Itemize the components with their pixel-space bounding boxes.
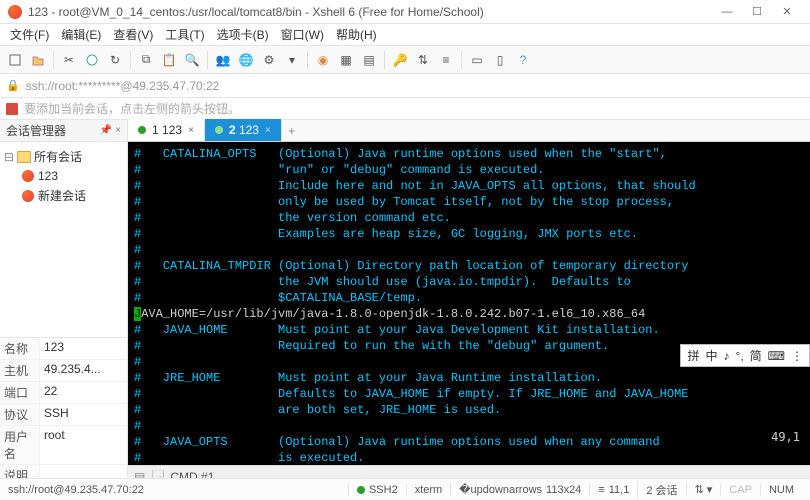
address-bar: 🔒 ssh://root:*********@49.235.47.70:22 <box>0 74 810 98</box>
menu-item[interactable]: 编辑(E) <box>55 23 107 46</box>
tree-root-label: 所有会话 <box>34 148 82 165</box>
help-icon[interactable]: ? <box>512 49 534 71</box>
minimize-button[interactable]: — <box>712 2 742 22</box>
menu-bar: 文件(F)编辑(E)查看(V)工具(T)选项卡(B)窗口(W)帮助(H) <box>0 24 810 46</box>
property-row: 名称123 <box>0 338 127 360</box>
ime-simp[interactable]: 简 <box>750 347 762 364</box>
status-bar: ssh://root@49.235.47.70:22 SSH2 xterm �u… <box>0 478 810 500</box>
ime-mode[interactable]: 拼 <box>687 347 699 364</box>
ime-lang[interactable]: 中 <box>706 347 718 364</box>
ime-sound-icon[interactable]: ♪ <box>724 349 730 363</box>
status-dot-icon <box>138 126 146 134</box>
cut-icon[interactable]: ✂ <box>58 49 80 71</box>
ime-kb-icon[interactable]: ⌨ <box>768 349 785 363</box>
menu-item[interactable]: 选项卡(B) <box>211 23 275 46</box>
ime-punct-icon[interactable]: °, <box>736 349 744 363</box>
property-row: 协议SSH <box>0 404 127 426</box>
app-icon <box>8 5 22 19</box>
sidebar: 会话管理器 📌 × ⊟ 所有会话 123新建会话 名称123主机49.235.4… <box>0 120 128 487</box>
tool3-icon[interactable]: ▤ <box>358 49 380 71</box>
tab-bar: 1 123× 2 123× + <box>128 120 810 142</box>
new-icon[interactable] <box>4 49 26 71</box>
property-row: 主机49.235.4... <box>0 360 127 382</box>
ime-bar[interactable]: 拼 中 ♪ °, 简 ⌨ ⋮ <box>680 344 810 367</box>
tree-root[interactable]: ⊟ 所有会话 <box>0 146 127 167</box>
folder-icon <box>17 151 31 163</box>
view1-icon[interactable]: ▭ <box>466 49 488 71</box>
hint-bar: 要添加当前会话，点击左侧的箭头按钮。 <box>0 98 810 120</box>
status-connection: ssh://root@49.235.47.70:22 <box>8 484 348 496</box>
hint-text: 要添加当前会话，点击左侧的箭头按钮。 <box>24 100 240 117</box>
status-sessions: 2 会话 <box>637 482 685 498</box>
open-icon[interactable] <box>27 49 49 71</box>
tab-1[interactable]: 1 123× <box>128 119 205 141</box>
address-text[interactable]: ssh://root:*********@49.235.47.70:22 <box>26 79 220 93</box>
tab-2[interactable]: 2 123× <box>205 119 282 141</box>
status-term: xterm <box>406 484 451 496</box>
pin-toggle-icon[interactable]: 📌 × <box>100 125 121 136</box>
session-item[interactable]: 新建会话 <box>0 185 127 206</box>
people-icon[interactable]: 👥 <box>212 49 234 71</box>
pin-icon[interactable] <box>6 103 18 115</box>
menu-item[interactable]: 查看(V) <box>107 23 159 46</box>
maximize-button[interactable]: ☐ <box>742 2 772 22</box>
sidebar-title: 会话管理器 <box>6 122 66 139</box>
connect-icon[interactable] <box>81 49 103 71</box>
view2-icon[interactable]: ▯ <box>489 49 511 71</box>
status-size: �updownarrows 113x24 <box>450 483 589 496</box>
reconnect-icon[interactable]: ↻ <box>104 49 126 71</box>
window-title: 123 - root@VM_0_14_centos:/usr/local/tom… <box>28 5 712 19</box>
ftp-icon[interactable]: ⇅ <box>412 49 434 71</box>
status-more-icon[interactable]: ⇅ ▾ <box>686 483 721 496</box>
session-item[interactable]: 123 <box>0 167 127 185</box>
connected-icon <box>357 486 365 494</box>
search-icon[interactable]: 🔍 <box>181 49 203 71</box>
status-cursor: ≡ 11,1 <box>589 484 637 496</box>
tab-close-icon[interactable]: × <box>188 125 194 136</box>
session-tree: ⊟ 所有会话 123新建会话 <box>0 142 127 210</box>
status-ssh: SSH2 <box>348 484 406 496</box>
paste-icon[interactable]: 📋 <box>158 49 180 71</box>
menu-item[interactable]: 帮助(H) <box>330 23 383 46</box>
toolbar: ✂ ↻ ⧉ 📋 🔍 👥 🌐 ⚙ ▾ ◉ ▦ ▤ 🔑 ⇅ ≡ ▭ ▯ ? <box>0 46 810 74</box>
session-icon <box>22 170 34 182</box>
script-icon[interactable]: ≡ <box>435 49 457 71</box>
main-area: 会话管理器 📌 × ⊟ 所有会话 123新建会话 名称123主机49.235.4… <box>0 120 810 487</box>
terminal[interactable]: # CATALINA_OPTS (Optional) Java runtime … <box>128 142 810 465</box>
tool1-icon[interactable]: ◉ <box>312 49 334 71</box>
tab-close-icon[interactable]: × <box>265 125 271 136</box>
status-cap: CAP <box>720 484 760 496</box>
sidebar-header: 会话管理器 📌 × <box>0 120 127 142</box>
lock-icon: 🔒 <box>6 79 20 92</box>
property-row: 端口22 <box>0 382 127 404</box>
session-icon <box>22 190 34 202</box>
globe-icon[interactable]: 🌐 <box>235 49 257 71</box>
vim-position: 49,1 <box>771 429 800 445</box>
menu-item[interactable]: 窗口(W) <box>275 23 330 46</box>
dropdown-icon[interactable]: ▾ <box>281 49 303 71</box>
menu-item[interactable]: 文件(F) <box>4 23 55 46</box>
copy-icon[interactable]: ⧉ <box>135 49 157 71</box>
status-dot-icon <box>215 126 223 134</box>
wizard-icon[interactable]: ⚙ <box>258 49 280 71</box>
tab-add-button[interactable]: + <box>282 121 302 141</box>
collapse-icon[interactable]: ⊟ <box>4 150 14 164</box>
properties-panel: 名称123主机49.235.4...端口22协议SSH用户名root说明 <box>0 337 127 487</box>
status-num: NUM <box>760 484 802 496</box>
content-area: 1 123× 2 123× + # CATALINA_OPTS (Optiona… <box>128 120 810 487</box>
close-button[interactable]: ✕ <box>772 2 802 22</box>
tool2-icon[interactable]: ▦ <box>335 49 357 71</box>
property-row: 用户名root <box>0 426 127 465</box>
key-icon[interactable]: 🔑 <box>389 49 411 71</box>
ime-more-icon[interactable]: ⋮ <box>791 349 803 363</box>
title-bar: 123 - root@VM_0_14_centos:/usr/local/tom… <box>0 0 810 24</box>
menu-item[interactable]: 工具(T) <box>159 23 210 46</box>
